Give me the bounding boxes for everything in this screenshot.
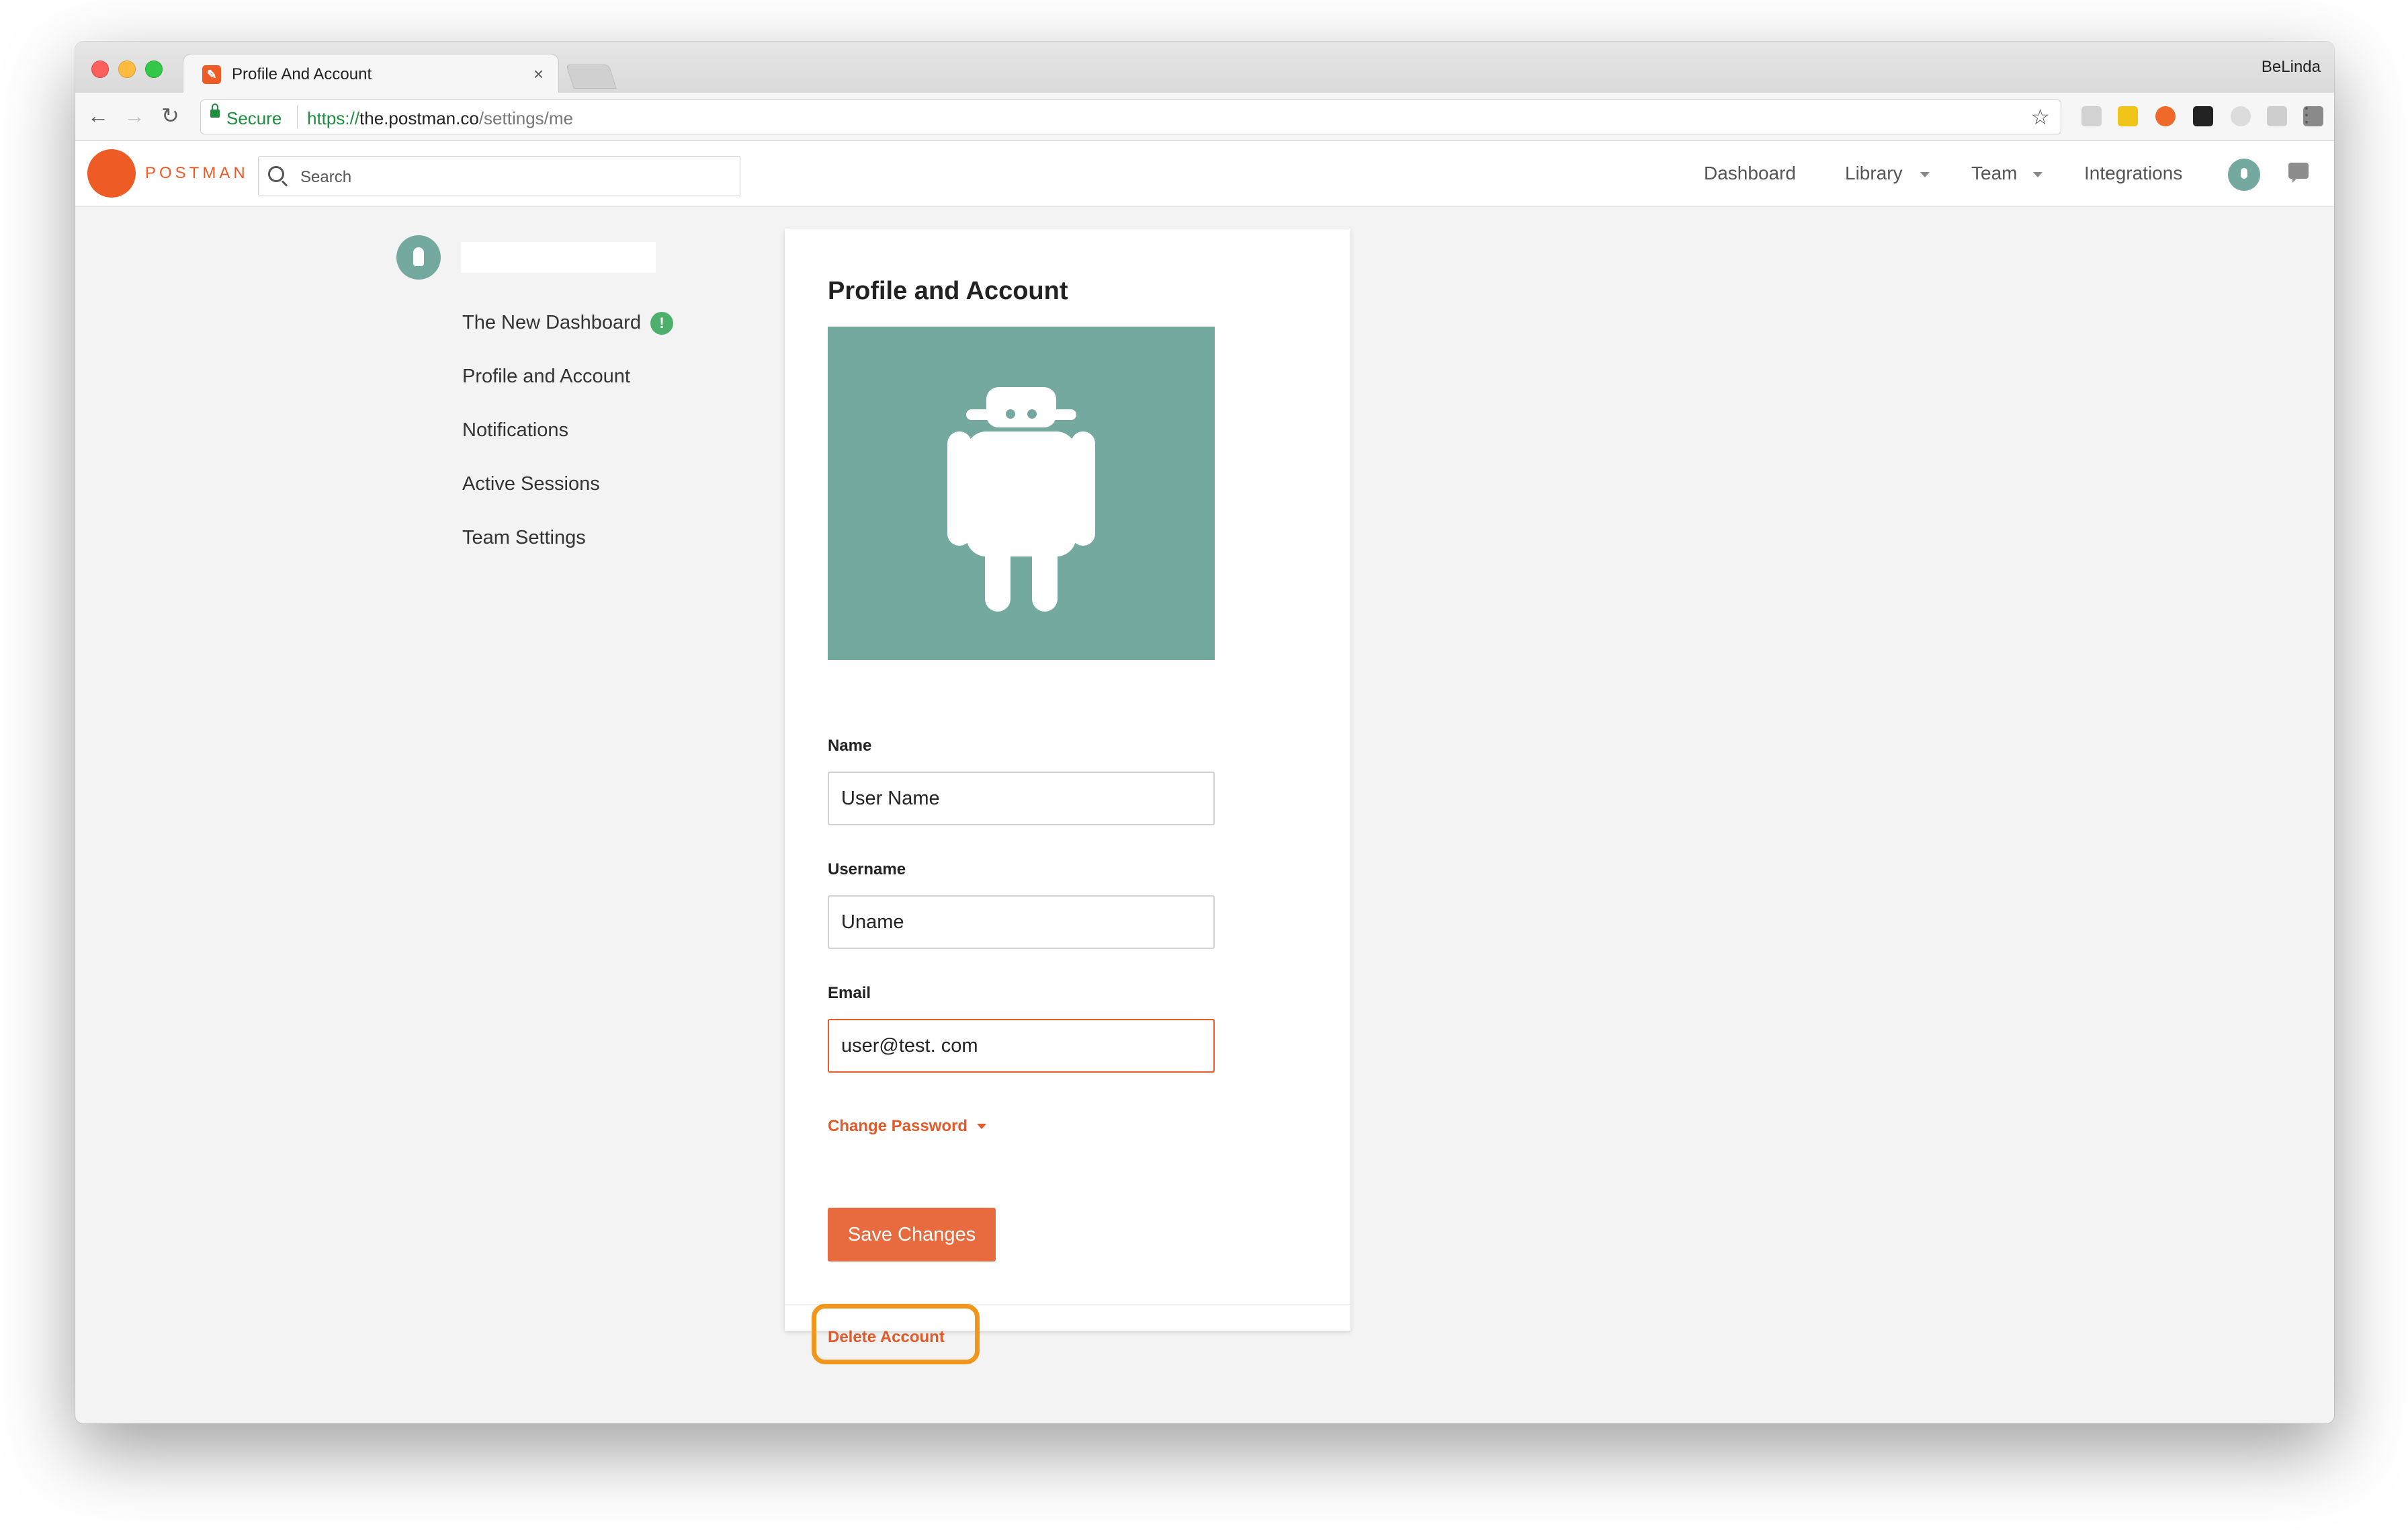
sidebar-item-team-settings[interactable]: Team Settings xyxy=(462,527,586,549)
name-field[interactable] xyxy=(828,772,1215,825)
url-path: /settings/me xyxy=(478,108,573,128)
change-password-toggle[interactable]: Change Password xyxy=(828,1117,986,1136)
address-bar[interactable]: Secure https://the.postman.co/settings/m… xyxy=(200,99,2061,134)
postman-favicon-icon: ✎ xyxy=(202,65,221,84)
browser-menu-icon[interactable]: ⋮ xyxy=(2296,102,2317,129)
sidebar-item-notifications[interactable]: Notifications xyxy=(462,419,568,442)
brand-name[interactable]: POSTMAN xyxy=(145,164,249,183)
sidebar-item-active-sessions[interactable]: Active Sessions xyxy=(462,473,600,495)
browser-toolbar: ← → ↻ Secure https://the.postman.co/sett… xyxy=(75,93,2334,141)
sidebar-avatar xyxy=(396,235,441,280)
tab-title: Profile And Account xyxy=(232,65,372,83)
sidebar-item-new-dashboard[interactable]: The New Dashboard xyxy=(462,312,641,334)
forward-arrow-icon[interactable]: → xyxy=(124,102,145,129)
alert-badge-icon: ! xyxy=(650,312,673,335)
chevron-down-icon xyxy=(977,1124,986,1129)
user-avatar[interactable] xyxy=(2228,159,2260,191)
nav-integrations[interactable]: Integrations xyxy=(2084,163,2182,184)
url-separator xyxy=(297,106,298,128)
close-icon[interactable]: × xyxy=(533,64,544,85)
change-password-label: Change Password xyxy=(828,1117,968,1135)
chat-icon[interactable] xyxy=(2288,163,2309,183)
email-field[interactable] xyxy=(828,1019,1215,1073)
reload-icon[interactable]: ↻ xyxy=(161,102,179,129)
sidebar-username-placeholder xyxy=(461,242,656,273)
name-label: Name xyxy=(828,737,872,755)
search-input[interactable]: Search xyxy=(300,168,351,187)
search-box[interactable]: Search xyxy=(258,156,740,196)
maximize-window-button[interactable] xyxy=(145,60,163,78)
new-tab-button[interactable] xyxy=(566,65,617,89)
close-window-button[interactable] xyxy=(91,60,109,78)
url-host: the.postman.co xyxy=(359,108,479,128)
tab-strip: ✎ Profile And Account × BeLinda xyxy=(75,42,2334,93)
profile-avatar-image[interactable] xyxy=(828,327,1215,660)
app-header: POSTMAN Search Dashboard Library Team In… xyxy=(75,141,2334,207)
url-text[interactable]: https://the.postman.co/settings/me xyxy=(307,108,573,129)
lastpass-extension-icon[interactable] xyxy=(2118,106,2138,126)
save-changes-button[interactable]: Save Changes xyxy=(828,1208,996,1261)
library-chevron-down-icon[interactable] xyxy=(1920,172,1930,177)
nav-team[interactable]: Team xyxy=(1971,163,2017,184)
robot-avatar-icon xyxy=(947,387,1095,612)
search-icon xyxy=(268,166,284,182)
owl-extension-icon[interactable] xyxy=(2193,106,2213,126)
browser-tab[interactable]: ✎ Profile And Account × xyxy=(183,54,559,93)
username-field[interactable] xyxy=(828,895,1215,949)
profile-card: Profile and Account Name Username Email … xyxy=(785,229,1350,1364)
team-chevron-down-icon[interactable] xyxy=(2033,172,2042,177)
email-label: Email xyxy=(828,984,871,1002)
browser-window: ✎ Profile And Account × BeLinda ← → ↻ Se… xyxy=(75,42,2334,1423)
username-label: Username xyxy=(828,860,906,878)
nav-dashboard[interactable]: Dashboard xyxy=(1704,163,1796,184)
nav-library[interactable]: Library xyxy=(1845,163,1903,184)
google-extension-icon[interactable] xyxy=(2231,106,2251,126)
browser-profile-name[interactable]: BeLinda xyxy=(2262,58,2321,77)
sidebar-item-profile-and-account[interactable]: Profile and Account xyxy=(462,366,630,388)
back-arrow-icon[interactable]: ← xyxy=(87,102,109,129)
page-title: Profile and Account xyxy=(828,277,1068,305)
url-scheme: https:// xyxy=(307,108,360,128)
qr-code-extension-icon[interactable] xyxy=(2267,106,2287,126)
minimize-window-button[interactable] xyxy=(118,60,136,78)
postman-logo-icon[interactable] xyxy=(87,149,136,198)
lock-icon xyxy=(210,104,220,118)
skype-extension-icon[interactable] xyxy=(2081,106,2102,126)
bookmark-star-icon[interactable]: ☆ xyxy=(2030,104,2050,130)
delete-account-link[interactable]: Delete Account xyxy=(828,1328,945,1347)
secure-label: Secure xyxy=(226,108,282,128)
postman-extension-icon[interactable] xyxy=(2155,106,2176,126)
